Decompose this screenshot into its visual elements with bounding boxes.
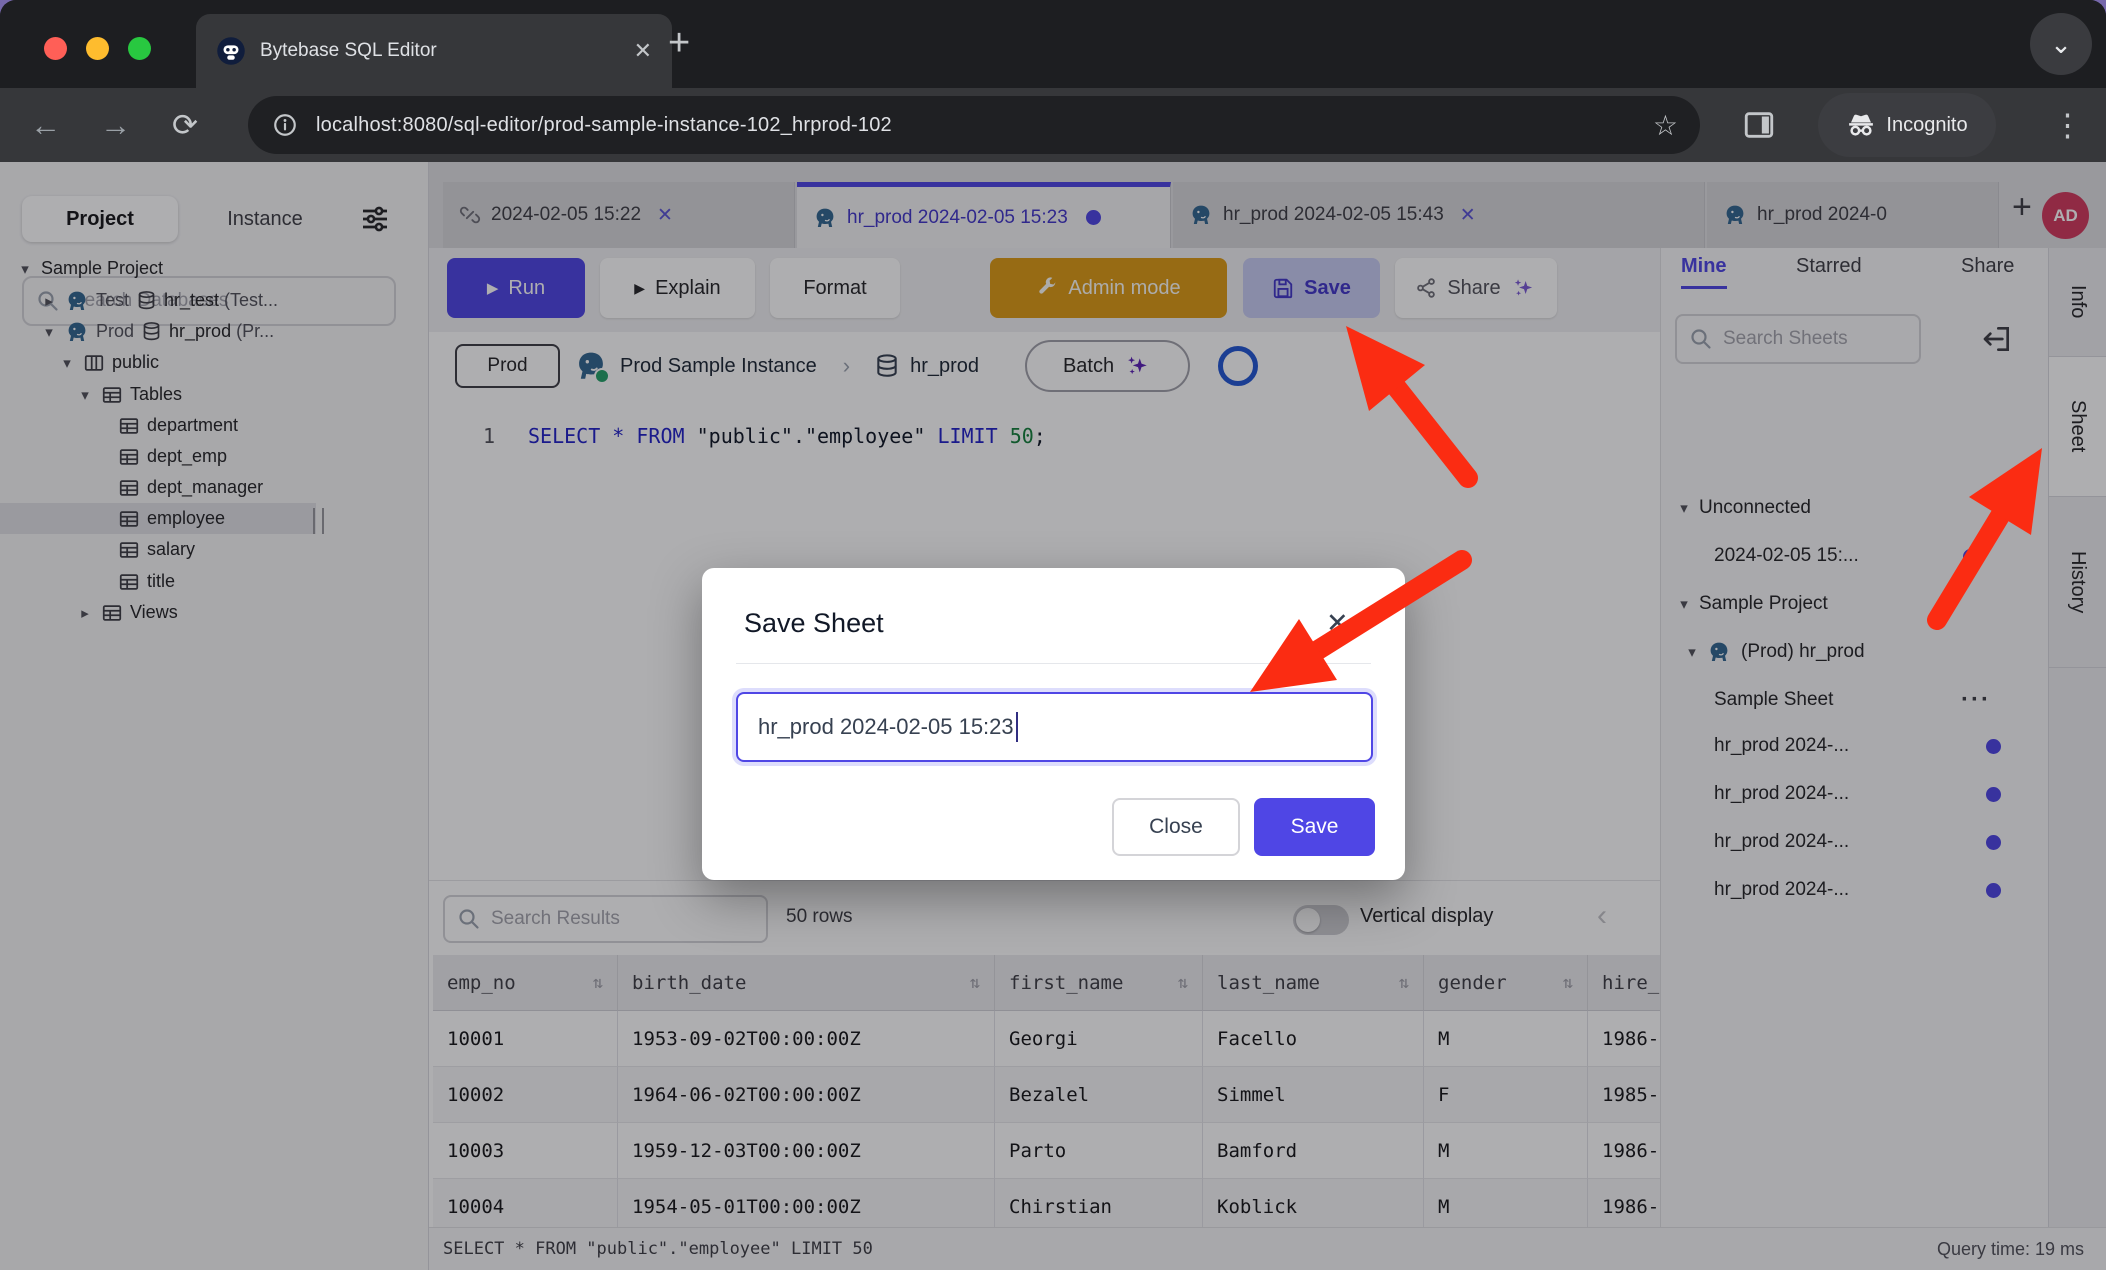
screen: Bytebase SQL Editor ✕ + ⌄ ← → ⟳ localhos… (0, 0, 2106, 1270)
side-panel-icon[interactable] (1742, 108, 1776, 142)
address-bar[interactable]: localhost:8080/sql-editor/prod-sample-in… (248, 96, 1700, 154)
dialog-save-button[interactable]: Save (1254, 798, 1375, 856)
browser-window: Bytebase SQL Editor ✕ + ⌄ ← → ⟳ localhos… (0, 0, 2106, 1270)
sheet-name-input[interactable]: hr_prod 2024-02-05 15:23 (736, 692, 1373, 762)
window-close-button[interactable] (44, 37, 67, 60)
incognito-badge: Incognito (1818, 93, 1996, 157)
incognito-icon (1846, 110, 1876, 140)
browser-tab[interactable]: Bytebase SQL Editor ✕ (196, 14, 672, 88)
new-tab-button[interactable]: + (668, 22, 690, 65)
reload-icon[interactable]: ⟳ (172, 110, 198, 141)
dialog-divider (736, 663, 1371, 664)
dialog-title: Save Sheet (744, 608, 884, 639)
site-info-icon[interactable] (272, 112, 298, 138)
sheet-name-value: hr_prod 2024-02-05 15:23 (758, 714, 1014, 740)
chevron-down-icon: ⌄ (2050, 29, 2072, 60)
window-zoom-button[interactable] (128, 37, 151, 60)
forward-icon[interactable]: → (100, 110, 131, 141)
url-text: localhost:8080/sql-editor/prod-sample-in… (316, 114, 892, 137)
tab-search-button[interactable]: ⌄ (2030, 13, 2092, 75)
bytebase-favicon (216, 36, 246, 66)
dialog-close-icon[interactable]: ✕ (1326, 608, 1349, 639)
bookmark-star-icon[interactable]: ☆ (1653, 109, 1678, 142)
browser-tab-title: Bytebase SQL Editor (260, 40, 620, 62)
dialog-close-button[interactable]: Close (1112, 798, 1240, 856)
incognito-label: Incognito (1886, 114, 1967, 137)
browser-toolbar: ← → ⟳ localhost:8080/sql-editor/prod-sam… (0, 88, 2106, 162)
text-cursor (1016, 712, 1019, 742)
save-sheet-dialog: Save Sheet ✕ hr_prod 2024-02-05 15:23 Cl… (702, 568, 1405, 880)
browser-menu-icon[interactable]: ⋮ (2052, 110, 2083, 141)
browser-tabstrip: Bytebase SQL Editor ✕ + ⌄ (0, 0, 2106, 88)
window-minimize-button[interactable] (86, 37, 109, 60)
close-tab-icon[interactable]: ✕ (634, 40, 652, 62)
back-icon[interactable]: ← (30, 110, 61, 141)
